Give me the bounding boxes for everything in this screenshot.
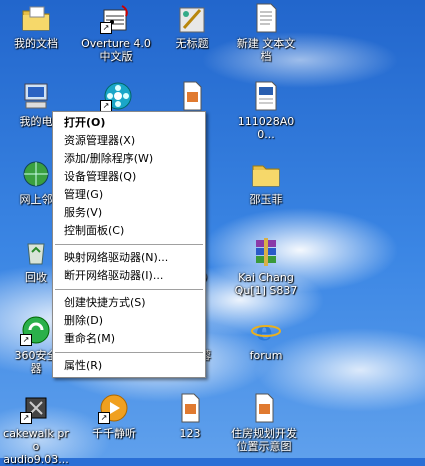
desktop-icon-forum[interactable]: e forum bbox=[230, 314, 302, 362]
menu-item-create-shortcut[interactable]: 创建快捷方式(S) bbox=[53, 294, 205, 312]
recycle-bin-icon bbox=[20, 236, 52, 268]
desktop-icon-new-text-doc[interactable]: 新建 文本文 档 bbox=[230, 2, 302, 63]
icon-label: 千千静听 bbox=[92, 427, 136, 440]
shortcut-arrow-icon: ↗ bbox=[100, 22, 112, 34]
security-shield-icon: ↗ bbox=[20, 314, 52, 346]
icon-label: forum bbox=[249, 349, 283, 362]
menu-item-manage[interactable]: 管理(G) bbox=[53, 186, 205, 204]
menu-separator bbox=[55, 289, 203, 290]
menu-item-explorer[interactable]: 资源管理器(X) bbox=[53, 132, 205, 150]
icon-label: Overture 4.0 中文版 bbox=[81, 37, 151, 63]
icon-label: 我的文档 bbox=[14, 37, 58, 50]
svg-text:e: e bbox=[256, 317, 273, 346]
desktop-icon-shao-yufei[interactable]: 邵玉菲 bbox=[230, 158, 302, 206]
desktop-icon-123[interactable]: 123 bbox=[154, 392, 226, 440]
text-document-icon bbox=[250, 2, 282, 34]
icon-label: 邵玉菲 bbox=[249, 193, 283, 206]
icon-label: 111028A00... bbox=[237, 115, 295, 141]
menu-separator bbox=[55, 352, 203, 353]
menu-item-add-remove-programs[interactable]: 添加/删除程序(W) bbox=[53, 150, 205, 168]
music-player-icon: ↗ bbox=[98, 392, 130, 424]
image-file-icon bbox=[174, 392, 206, 424]
icon-label: Kai Chang Qu[1] S837 bbox=[234, 271, 298, 297]
menu-item-properties[interactable]: 属性(R) bbox=[53, 357, 205, 375]
icon-label: 住房规划开发 位置示意图 bbox=[231, 427, 297, 453]
image-file-icon bbox=[176, 80, 208, 112]
desktop-icon-media-player[interactable]: ↗ bbox=[80, 80, 152, 112]
cakewalk-icon: ↗ bbox=[20, 392, 52, 424]
desktop-icon-housing-plan[interactable]: 住房规划开发 位置示意图 bbox=[228, 392, 300, 453]
shortcut-arrow-icon: ↗ bbox=[20, 412, 32, 424]
menu-separator bbox=[55, 244, 203, 245]
desktop-icon-qianqian[interactable]: ↗ 千千静听 bbox=[78, 392, 150, 440]
menu-item-map-network-drive[interactable]: 映射网络驱动器(N)... bbox=[53, 249, 205, 267]
desktop-icon-cakewalk[interactable]: ↗ cakewalk pro audio9.03... bbox=[0, 392, 72, 466]
icon-label: 123 bbox=[179, 427, 201, 440]
film-reel-icon: ↗ bbox=[100, 80, 132, 112]
folder-icon bbox=[20, 2, 52, 34]
menu-item-control-panel[interactable]: 控制面板(C) bbox=[53, 222, 205, 240]
internet-explorer-icon: e bbox=[250, 314, 282, 347]
menu-item-device-manager[interactable]: 设备管理器(Q) bbox=[53, 168, 205, 186]
desktop-icon-111028[interactable]: 111028A00... bbox=[230, 80, 302, 141]
desktop-icon-overture[interactable]: ↗ Overture 4.0 中文版 bbox=[80, 2, 152, 63]
image-file-icon bbox=[248, 392, 280, 424]
desktop-icon-my-documents[interactable]: 我的文档 bbox=[0, 2, 72, 50]
menu-item-open[interactable]: 打开(O) bbox=[53, 114, 205, 132]
winrar-archive-icon bbox=[250, 236, 282, 268]
computer-icon bbox=[20, 80, 52, 112]
icon-label: 新建 文本文 档 bbox=[236, 37, 296, 63]
desktop-icon-untitled[interactable]: 无标题 bbox=[156, 2, 228, 50]
shortcut-arrow-icon: ↗ bbox=[98, 412, 110, 424]
folder-icon bbox=[250, 158, 282, 190]
network-globe-icon bbox=[20, 158, 52, 190]
menu-item-rename[interactable]: 重命名(M) bbox=[53, 330, 205, 348]
html-document-icon bbox=[250, 80, 282, 112]
music-notation-icon: ↗ bbox=[100, 2, 132, 34]
shortcut-arrow-icon: ↗ bbox=[20, 334, 32, 346]
menu-item-services[interactable]: 服务(V) bbox=[53, 204, 205, 222]
desktop-icon-image-file[interactable] bbox=[156, 80, 228, 112]
context-menu: 打开(O) 资源管理器(X) 添加/删除程序(W) 设备管理器(Q) 管理(G)… bbox=[52, 111, 206, 378]
paint-image-icon bbox=[176, 2, 208, 34]
menu-item-delete[interactable]: 删除(D) bbox=[53, 312, 205, 330]
icon-label: cakewalk pro audio9.03... bbox=[3, 427, 69, 466]
menu-item-disconnect-network-drive[interactable]: 断开网络驱动器(I)... bbox=[53, 267, 205, 285]
desktop-icon-kai-chang[interactable]: Kai Chang Qu[1] S837 bbox=[230, 236, 302, 297]
icon-label: 无标题 bbox=[175, 37, 209, 50]
